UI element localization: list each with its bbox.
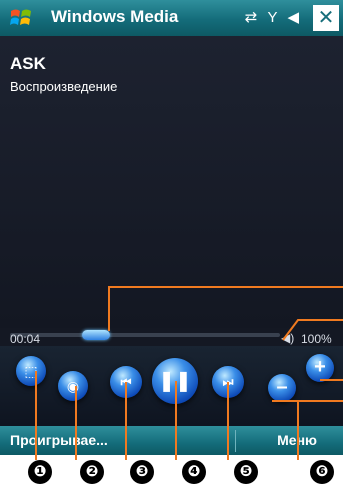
app-title: Windows Media (51, 7, 179, 26)
elapsed-time: 00:04 (10, 332, 41, 346)
volume-value: 100% (301, 332, 332, 346)
media-player-window: Windows Media ⇄ Y ◀ ✕ ASK Воспроизведени… (0, 0, 343, 455)
softkey-divider (235, 430, 236, 452)
volume-up-button[interactable]: + (306, 354, 334, 382)
callout-marker-6: ❻ (310, 460, 334, 484)
pause-button[interactable]: ❚❚ (152, 358, 198, 404)
media-title: ASK (10, 54, 46, 73)
callout-marker-2: ❷ (80, 460, 104, 484)
start-button-icon[interactable] (8, 5, 34, 31)
next-button[interactable]: ⏭ (212, 366, 244, 398)
fullscreen-button[interactable]: ⬚ (16, 356, 46, 386)
fullscreen-icon: ⬚ (24, 363, 38, 379)
callout-marker-3: ❸ (130, 460, 154, 484)
callout-marker-1: ❶ (28, 460, 52, 484)
seek-bar[interactable] (10, 333, 280, 337)
web-button[interactable]: ◉ (58, 371, 88, 401)
web-icon: ◉ (66, 378, 80, 394)
callout-marker-4: ❹ (182, 460, 206, 484)
volume-down-icon: – (276, 376, 288, 398)
volume-down-button[interactable]: – (268, 374, 296, 402)
status-icons: ⇄ Y ◀ (239, 8, 299, 26)
speaker-icon[interactable]: ◀ (287, 9, 299, 26)
pause-icon: ❚❚ (158, 370, 192, 392)
previous-track-icon: ⏮ (120, 375, 132, 389)
volume-up-icon: + (314, 356, 326, 378)
volume-speaker-icon: ◀) (281, 331, 295, 345)
close-button[interactable]: ✕ (313, 5, 339, 31)
connectivity-icon[interactable]: ⇄ (245, 9, 258, 26)
next-track-icon: ⏭ (222, 375, 234, 389)
previous-button[interactable]: ⏮ (110, 366, 142, 398)
softkey-now-playing[interactable]: Проигрывае... (10, 432, 108, 448)
media-status: Воспроизведение (10, 79, 118, 94)
softkey-menu[interactable]: Меню (277, 432, 317, 448)
seek-thumb[interactable] (82, 330, 111, 340)
signal-off-icon[interactable]: Y (268, 9, 278, 26)
callout-marker-5: ❺ (234, 460, 258, 484)
